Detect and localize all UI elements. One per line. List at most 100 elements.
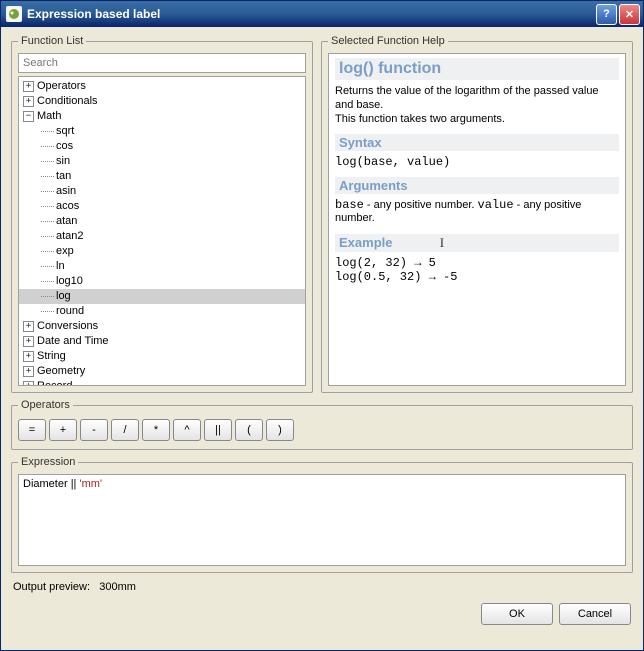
help-title: log() function: [335, 58, 619, 80]
ok-button[interactable]: OK: [481, 603, 553, 625]
text-cursor-icon: I: [440, 235, 444, 250]
tree-function-item[interactable]: sin: [19, 154, 305, 169]
tree-category[interactable]: +String: [19, 349, 305, 364]
expression-legend: Expression: [18, 456, 78, 468]
tree-connector-icon: [41, 266, 54, 267]
tree-function-label: atan2: [56, 229, 84, 244]
expand-icon[interactable]: +: [23, 381, 34, 386]
tree-connector-icon: [41, 221, 54, 222]
tree-function-item[interactable]: exp: [19, 244, 305, 259]
tree-function-item[interactable]: round: [19, 304, 305, 319]
tree-function-label: sqrt: [56, 124, 74, 139]
output-preview-label: Output preview:: [13, 581, 90, 593]
tree-connector-icon: [41, 296, 54, 297]
expand-icon[interactable]: +: [23, 321, 34, 332]
operators-legend: Operators: [18, 399, 73, 411]
function-list-legend: Function List: [18, 35, 86, 47]
operator-button[interactable]: +: [49, 419, 77, 441]
operator-button[interactable]: ): [266, 419, 294, 441]
function-help-group: Selected Function Help log() function Re…: [321, 35, 633, 393]
tree-connector-icon: [41, 311, 54, 312]
tree-category-label: Conversions: [37, 319, 98, 334]
tree-function-label: asin: [56, 184, 76, 199]
operator-button[interactable]: ^: [173, 419, 201, 441]
search-input[interactable]: [18, 53, 306, 73]
operators-row: =+-/*^||(): [18, 417, 626, 441]
tree-connector-icon: [41, 281, 54, 282]
tree-function-label: sin: [56, 154, 70, 169]
tree-function-label: round: [56, 304, 84, 319]
tree-function-item[interactable]: atan2: [19, 229, 305, 244]
collapse-icon[interactable]: −: [23, 111, 34, 122]
cancel-button[interactable]: Cancel: [559, 603, 631, 625]
tree-function-label: atan: [56, 214, 77, 229]
tree-connector-icon: [41, 131, 54, 132]
dialog-window: Expression based label ? ✕ Function List…: [0, 0, 644, 651]
tree-category-label: Date and Time: [37, 334, 109, 349]
help-arguments-heading: Arguments: [335, 177, 619, 194]
help-example-heading: Example I: [335, 234, 619, 252]
tree-function-item[interactable]: asin: [19, 184, 305, 199]
tree-function-item[interactable]: sqrt: [19, 124, 305, 139]
help-content: log() function Returns the value of the …: [328, 53, 626, 386]
operator-button[interactable]: -: [80, 419, 108, 441]
app-icon: [6, 6, 22, 22]
tree-category[interactable]: −Math: [19, 109, 305, 124]
expand-icon[interactable]: +: [23, 336, 34, 347]
help-description: Returns the value of the logarithm of th…: [335, 84, 619, 126]
tree-function-item[interactable]: tan: [19, 169, 305, 184]
tree-connector-icon: [41, 191, 54, 192]
tree-category-label: String: [37, 349, 66, 364]
expression-group: Expression Diameter || 'mm': [11, 456, 633, 573]
operators-group: Operators =+-/*^||(): [11, 399, 633, 450]
help-arguments: base - any positive number. value - any …: [335, 198, 619, 224]
tree-function-item[interactable]: ln: [19, 259, 305, 274]
help-button[interactable]: ?: [596, 4, 617, 25]
expand-icon[interactable]: +: [23, 366, 34, 377]
tree-function-item[interactable]: acos: [19, 199, 305, 214]
operator-button[interactable]: =: [18, 419, 46, 441]
tree-function-item[interactable]: cos: [19, 139, 305, 154]
output-preview: Output preview: 300mm: [11, 579, 633, 593]
tree-category[interactable]: +Operators: [19, 79, 305, 94]
titlebar: Expression based label ? ✕: [1, 1, 643, 27]
tree-connector-icon: [41, 161, 54, 162]
expand-icon[interactable]: +: [23, 351, 34, 362]
tree-function-item[interactable]: atan: [19, 214, 305, 229]
tree-function-label: cos: [56, 139, 73, 154]
operator-button[interactable]: ||: [204, 419, 232, 441]
function-tree[interactable]: +Operators+Conditionals−Mathsqrtcossinta…: [18, 76, 306, 386]
dialog-buttons: OK Cancel: [11, 599, 633, 625]
tree-category-label: Math: [37, 109, 61, 124]
tree-connector-icon: [41, 236, 54, 237]
tree-function-label: log: [56, 289, 71, 304]
tree-function-label: tan: [56, 169, 71, 184]
expand-icon[interactable]: +: [23, 81, 34, 92]
help-syntax-heading: Syntax: [335, 134, 619, 151]
tree-category[interactable]: +Geometry: [19, 364, 305, 379]
tree-category-label: Conditionals: [37, 94, 98, 109]
tree-function-item[interactable]: log: [19, 289, 305, 304]
tree-function-item[interactable]: log10: [19, 274, 305, 289]
operator-button[interactable]: (: [235, 419, 263, 441]
close-button[interactable]: ✕: [619, 4, 640, 25]
tree-connector-icon: [41, 146, 54, 147]
expression-input[interactable]: Diameter || 'mm': [18, 474, 626, 566]
tree-function-label: exp: [56, 244, 74, 259]
tree-category[interactable]: +Date and Time: [19, 334, 305, 349]
function-help-legend: Selected Function Help: [328, 35, 448, 47]
tree-category-label: Operators: [37, 79, 86, 94]
tree-function-label: ln: [56, 259, 65, 274]
operator-button[interactable]: *: [142, 419, 170, 441]
tree-category[interactable]: +Conditionals: [19, 94, 305, 109]
operator-button[interactable]: /: [111, 419, 139, 441]
tree-function-label: acos: [56, 199, 79, 214]
tree-category[interactable]: +Conversions: [19, 319, 305, 334]
help-syntax: log(base, value): [335, 155, 619, 169]
expand-icon[interactable]: +: [23, 96, 34, 107]
tree-function-label: log10: [56, 274, 83, 289]
tree-connector-icon: [41, 251, 54, 252]
window-title: Expression based label: [27, 7, 594, 21]
tree-category-label: Geometry: [37, 364, 85, 379]
tree-category[interactable]: +Record: [19, 379, 305, 386]
